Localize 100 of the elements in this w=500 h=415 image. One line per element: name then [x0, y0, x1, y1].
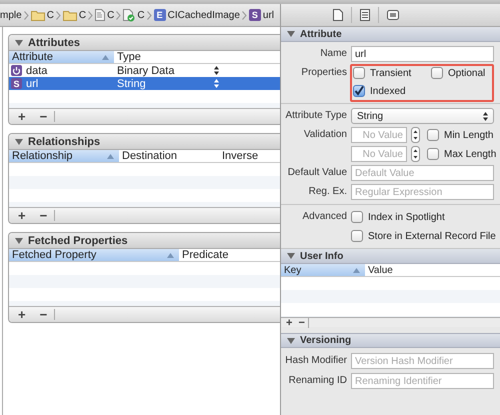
column-header[interactable]: Value	[365, 264, 500, 276]
checkbox-label: Transient	[370, 68, 412, 78]
checkbox[interactable]	[431, 67, 443, 79]
section-title: Attribute	[300, 28, 342, 40]
breadcrumb-item[interactable]: C	[46, 10, 54, 20]
field-label: Advanced	[302, 210, 347, 224]
disclosure-triangle-icon[interactable]	[15, 38, 23, 46]
checked-file-icon	[123, 8, 136, 22]
disclosure-triangle-icon[interactable]	[287, 30, 295, 38]
chevron-icon	[88, 10, 94, 20]
stepper-icon	[214, 79, 219, 88]
chevron-icon	[116, 10, 122, 20]
column-header[interactable]: Fetched Property	[9, 249, 179, 261]
sort-arrow-icon	[107, 154, 114, 158]
breadcrumb-item[interactable]: C	[137, 10, 145, 20]
sort-arrow-icon	[102, 54, 109, 60]
checkbox-label: Index in Spotlight	[368, 212, 445, 222]
add-button[interactable]: +	[14, 110, 30, 124]
popup-button[interactable]: String	[351, 108, 494, 124]
badge-icon: S	[248, 9, 261, 21]
field-label: Hash Modifier	[284, 354, 347, 368]
checkbox-label: Max Length	[444, 148, 496, 160]
disclosure-triangle-icon[interactable]	[287, 336, 295, 344]
folder-icon	[30, 10, 45, 20]
checkbox[interactable]	[427, 129, 439, 141]
column-title: Type	[117, 51, 141, 63]
number-field[interactable]: No Value	[351, 127, 407, 143]
remove-button[interactable]: −	[36, 308, 52, 322]
chevron-icon	[242, 10, 247, 20]
text-field[interactable]: Regular Expression	[351, 184, 494, 200]
breadcrumb-item[interactable]: url	[262, 10, 274, 20]
attribute-type: String	[117, 78, 146, 90]
column-title: Relationship	[12, 150, 73, 162]
checkbox-label: Store in External Record File	[368, 230, 496, 242]
text-field[interactable]: url	[351, 46, 494, 62]
breadcrumb-item[interactable]: C	[107, 10, 114, 20]
checkbox-label: Indexed	[370, 86, 406, 96]
text-field[interactable]: Version Hash Modifier	[351, 353, 494, 369]
attribute-row[interactable]: data Binary Data	[9, 64, 280, 77]
section-title: Fetched Properties	[28, 234, 128, 246]
column-title: Predicate	[182, 249, 228, 261]
field-label: Properties	[300, 66, 347, 80]
attribute-name: data	[26, 64, 48, 76]
attribute-type: Binary Data	[117, 64, 174, 76]
column-header[interactable]: Destination	[119, 150, 219, 162]
sort-arrow-icon	[167, 252, 174, 258]
stepper-icon[interactable]	[411, 146, 420, 162]
stepper-icon[interactable]	[411, 127, 420, 143]
checkbox[interactable]	[353, 67, 365, 79]
section-title: User Info	[300, 250, 344, 262]
remove-button[interactable]: −	[36, 110, 52, 124]
badge-icon: E	[154, 9, 166, 21]
attribute-name: url	[26, 78, 38, 90]
remove-button[interactable]: −	[36, 208, 52, 222]
chevron-icon	[56, 10, 61, 20]
column-header[interactable]: Predicate	[179, 249, 280, 261]
column-header[interactable]: Inverse	[219, 150, 280, 162]
add-button[interactable]: +	[14, 208, 30, 222]
column-title: Key	[284, 264, 302, 276]
checkbox[interactable]	[427, 148, 439, 160]
chevron-icon	[146, 10, 152, 20]
add-button[interactable]: +	[14, 308, 30, 322]
column-header[interactable]: Key	[281, 264, 365, 276]
field-label: Validation	[302, 128, 347, 142]
breadcrumb-item[interactable]: mple	[0, 10, 22, 20]
add-button[interactable]: +	[285, 318, 294, 328]
stepper-icon	[483, 112, 488, 120]
file-icon	[95, 9, 106, 21]
field-label: Renaming ID	[288, 374, 347, 388]
section-title: Attributes	[28, 36, 80, 48]
column-header[interactable]: Attribute	[9, 51, 114, 63]
section-title: Relationships	[28, 136, 100, 148]
field-label: Name	[319, 47, 347, 61]
popup-value: String	[357, 110, 384, 122]
breadcrumb-item[interactable]: C	[78, 10, 86, 20]
text-field[interactable]: Renaming Identifier	[351, 373, 494, 389]
file-inspector-icon[interactable]	[332, 9, 342, 21]
field-label: Reg. Ex.	[308, 185, 347, 199]
column-header[interactable]: Type	[114, 51, 280, 63]
disclosure-triangle-icon[interactable]	[15, 236, 23, 244]
checkbox[interactable]	[351, 211, 363, 223]
column-header[interactable]: Relationship	[9, 150, 119, 162]
text-field[interactable]: Default Value	[351, 165, 494, 181]
stepper-icon	[214, 66, 219, 75]
attribute-row[interactable]: S url String	[9, 77, 280, 90]
number-field[interactable]: No Value	[351, 146, 407, 162]
checkbox-label: Optional	[448, 68, 486, 78]
field-label: Attribute Type	[284, 109, 347, 123]
disclosure-triangle-icon[interactable]	[15, 138, 23, 146]
disclosure-triangle-icon[interactable]	[287, 252, 295, 260]
breadcrumb-item[interactable]: CICachedImage	[168, 10, 240, 20]
checkbox[interactable]	[351, 230, 363, 242]
remove-button[interactable]: −	[297, 318, 306, 328]
field-label: Default Value	[286, 166, 347, 180]
checkbox[interactable]	[353, 85, 365, 97]
checkbox-label: Min Length	[444, 130, 494, 140]
column-title: Value	[368, 264, 393, 276]
badge-icon: S	[11, 78, 22, 89]
folder-icon	[62, 10, 77, 20]
section-title: Versioning	[300, 335, 352, 346]
